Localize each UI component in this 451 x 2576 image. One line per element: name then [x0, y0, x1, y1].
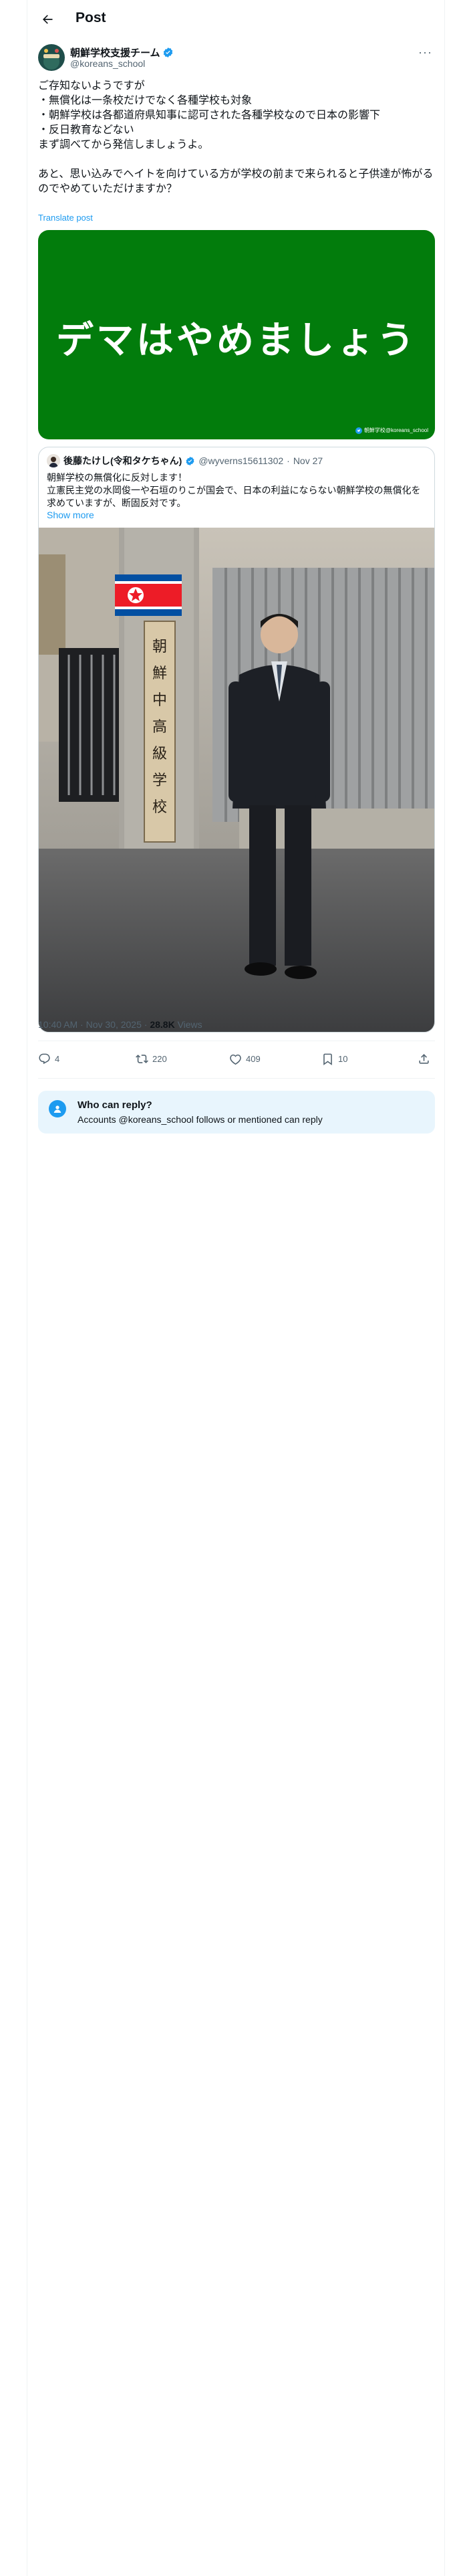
svg-text:校: 校 — [152, 799, 167, 816]
verified-badge-icon — [163, 47, 172, 58]
reply-restriction-title: Who can reply? — [78, 1099, 152, 1111]
quoted-tweet[interactable]: 後藤たけし(令和タケちゃん) @wyverns15611302 · Nov 27… — [38, 447, 435, 1033]
avatar[interactable] — [38, 44, 65, 71]
post-time[interactable]: 10:40 AM · Nov 30, 2025 · — [38, 1019, 150, 1030]
tweet-text: ご存知ないようですが ・無償化は一条校だけでなく各種学校も対象 ・朝鮮学校は各都… — [38, 80, 434, 195]
repost-button[interactable]: 220 — [136, 1053, 167, 1065]
reply-icon — [39, 1053, 50, 1065]
verified-badge-icon — [186, 456, 194, 465]
like-button[interactable]: 409 — [229, 1053, 261, 1065]
header: Post — [27, 0, 446, 39]
quoted-date: Nov 27 — [293, 455, 323, 466]
reply-count: 4 — [55, 1054, 60, 1064]
svg-text:級: 級 — [152, 746, 167, 762]
svg-text:中: 中 — [152, 692, 167, 709]
image-caption: デマはやめましょう — [56, 319, 417, 362]
action-bar: 4 220 409 10 — [38, 1043, 435, 1075]
quoted-text: 朝鮮学校の無償化に反対します！ 立憲民主党の水岡俊一や石垣のりこが国会で、日本の… — [47, 472, 421, 508]
translate-link[interactable]: Translate post — [38, 213, 93, 223]
more-options-icon[interactable]: ··· — [418, 45, 432, 60]
share-button[interactable] — [418, 1053, 430, 1065]
share-icon — [419, 1054, 429, 1064]
quoted-author-name: 後藤たけし(令和タケちゃん) — [63, 455, 182, 466]
quoted-handle: @wyverns15611302 — [198, 455, 284, 466]
reply-restriction-subtitle: Accounts @koreans_school follows or ment… — [78, 1114, 323, 1125]
repost-icon — [136, 1055, 148, 1063]
views-count: 28.8K — [150, 1019, 175, 1030]
heart-icon — [230, 1054, 241, 1065]
post-timestamp: 10:40 AM · Nov 30, 2025 · 28.8K Views — [38, 1019, 202, 1030]
repost-count: 220 — [152, 1054, 167, 1064]
bookmark-count: 10 — [338, 1054, 348, 1064]
watermark-text: 朝鮮学校@koreans_school — [363, 427, 428, 433]
quoted-photo[interactable]: 朝 鮮 中 高 級 学 校 — [39, 528, 434, 1032]
reply-restriction-banner: Who can reply? Accounts @koreans_school … — [38, 1091, 435, 1134]
author-row: 朝鮮学校支援チーム — [70, 45, 174, 60]
quoted-separator: · — [287, 455, 290, 466]
author-handle[interactable]: @koreans_school — [70, 58, 145, 69]
like-count: 409 — [246, 1054, 261, 1064]
views-label: Views — [174, 1019, 202, 1030]
twitter-bird-icon — [355, 427, 362, 434]
reply-button[interactable]: 4 — [38, 1053, 59, 1065]
bookmark-icon — [323, 1053, 332, 1065]
back-button[interactable] — [37, 9, 58, 30]
svg-text:鮮: 鮮 — [152, 665, 167, 682]
quoted-avatar — [47, 454, 60, 467]
flag-icon — [115, 574, 182, 616]
quoted-author-row: 後藤たけし(令和タケちゃん) @wyverns15611302 · Nov 27 — [47, 454, 323, 467]
author-name[interactable]: 朝鮮学校支援チーム — [70, 45, 160, 60]
svg-text:高: 高 — [152, 719, 167, 736]
gate-sign-text: 朝 — [152, 639, 167, 655]
image-watermark: 朝鮮学校@koreans_school — [355, 427, 428, 434]
page-title: Post — [76, 10, 106, 25]
arrow-left-icon — [43, 15, 53, 24]
bookmark-button[interactable]: 10 — [321, 1053, 347, 1065]
divider — [38, 1078, 435, 1079]
at-sign-icon — [49, 1100, 66, 1117]
show-more-link[interactable]: Show more — [47, 510, 94, 520]
tweet-image[interactable]: デマはやめましょう 朝鮮学校@koreans_school — [38, 230, 435, 439]
svg-text:学: 学 — [152, 772, 167, 789]
main-column: Post 朝鮮学校支援チーム @koreans_school ··· ご存知ない… — [27, 0, 445, 2576]
